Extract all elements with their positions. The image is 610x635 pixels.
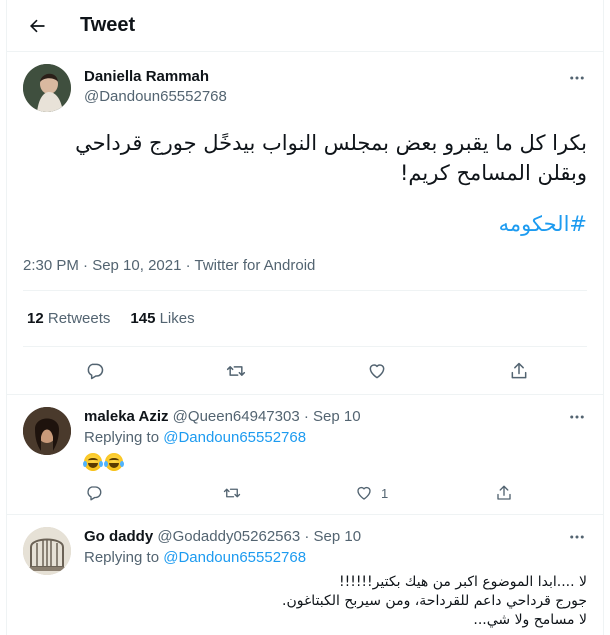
tweet-text-line: بكرا كل ما يقبرو بعض بمجلس النواب بيدخًل…	[75, 131, 587, 155]
arrow-left-icon	[30, 19, 45, 33]
tweet-actions	[7, 356, 603, 386]
reply-author-handle[interactable]: @Queen64947303	[173, 408, 300, 425]
retweet-icon	[226, 366, 246, 376]
reply-avatar[interactable]	[23, 407, 71, 455]
heart-icon	[369, 364, 385, 379]
likes-label: Likes	[159, 310, 195, 327]
reply-content: لا ....ابدا الموضوع اكبر من هيك بكتير!!!…	[87, 573, 587, 630]
replying-to: Replying to @Dandoun65552768	[84, 429, 306, 446]
share-icon	[511, 362, 527, 379]
likes-count: 145	[130, 310, 156, 327]
reply-text-line: لا مسامح ولا شي...	[473, 612, 587, 628]
retweets-count: 12	[27, 310, 44, 327]
more-horizontal-icon	[570, 76, 584, 80]
replying-to: Replying to @Dandoun65552768	[84, 549, 306, 566]
reply-retweet-button[interactable]	[222, 481, 242, 505]
reply-share-button[interactable]	[495, 481, 513, 505]
back-button[interactable]	[21, 10, 53, 42]
reply-date[interactable]: · Sep 10	[304, 408, 361, 425]
reply-date[interactable]: · Sep 10	[304, 528, 361, 545]
retweet-icon	[223, 488, 241, 498]
retweets-label: Retweets	[47, 310, 111, 327]
reply-actions: 1	[75, 481, 515, 505]
reply-text-line: لا ....ابدا الموضوع اكبر من هيك بكتير!!!…	[338, 574, 587, 590]
retweet-button[interactable]	[221, 356, 251, 386]
replying-prefix: Replying to	[84, 429, 160, 446]
divider	[23, 290, 587, 291]
tweet-text-line: وبقلن المسامح كريم!	[399, 161, 587, 185]
more-horizontal-icon	[570, 415, 584, 419]
replying-prefix: Replying to	[84, 549, 160, 566]
reply-icon	[87, 486, 102, 501]
more-button[interactable]	[565, 68, 589, 88]
retweets-stat[interactable]: 12 Retweets	[27, 310, 110, 327]
reply-text-line: جورج قرداحي داعم للقرداحة، ومن سيربح الك…	[282, 593, 587, 609]
tweet-timestamp[interactable]: 2:30 PM · Sep 10, 2021 · Twitter for And…	[23, 257, 315, 274]
reply-like-button[interactable]: 1	[355, 481, 388, 505]
tweet-stats: 12 Retweets 145 Likes	[27, 310, 195, 327]
reply-author-handle[interactable]: @Godaddy05262563	[157, 528, 300, 545]
replying-to-link[interactable]: @Dandoun65552768	[163, 429, 306, 446]
reply-reply-button[interactable]	[85, 481, 103, 505]
author-avatar[interactable]	[23, 64, 71, 112]
reply-button[interactable]	[80, 356, 110, 386]
author-name[interactable]: Daniella Rammah	[84, 68, 209, 85]
avatar-image	[23, 64, 71, 112]
reply-avatar[interactable]	[23, 527, 71, 575]
tears-of-joy-emoji	[83, 453, 103, 472]
share-icon	[497, 485, 511, 500]
heart-icon	[357, 486, 371, 500]
author-handle[interactable]: @Dandoun65552768	[84, 88, 227, 105]
tweet-column: Tweet Daniella Rammah @Dandoun65552768 ب…	[6, 0, 604, 635]
divider	[23, 346, 587, 347]
reply-header: Go daddy @Godaddy05262563 · Sep 10	[84, 528, 361, 545]
reply-author-name[interactable]: maleka Aziz	[84, 408, 169, 425]
avatar-image	[23, 407, 71, 455]
hashtag-link[interactable]: #الحكومه	[499, 212, 587, 236]
likes-stat[interactable]: 145 Likes	[130, 310, 194, 327]
page-header: Tweet	[7, 0, 603, 52]
like-button[interactable]	[362, 356, 392, 386]
more-horizontal-icon	[570, 535, 584, 539]
reply-content	[83, 453, 126, 472]
avatar-image	[23, 527, 71, 575]
reply-more-button[interactable]	[565, 527, 589, 547]
reply-tweet[interactable]: Go daddy @Godaddy05262563 · Sep 10 Reply…	[7, 514, 603, 635]
tears-of-joy-emoji	[104, 453, 124, 472]
reply-icon	[87, 363, 104, 380]
reply-header: maleka Aziz @Queen64947303 · Sep 10	[84, 408, 361, 425]
replying-to-link[interactable]: @Dandoun65552768	[163, 549, 306, 566]
reply-more-button[interactable]	[565, 407, 589, 427]
reply-tweet[interactable]: maleka Aziz @Queen64947303 · Sep 10 Repl…	[7, 394, 603, 514]
page-title: Tweet	[80, 14, 136, 36]
reply-author-name[interactable]: Go daddy	[84, 528, 153, 545]
share-button[interactable]	[504, 356, 534, 386]
tweet-text: بكرا كل ما يقبرو بعض بمجلس النواب بيدخًل…	[27, 128, 587, 188]
reply-like-count: 1	[381, 485, 389, 501]
